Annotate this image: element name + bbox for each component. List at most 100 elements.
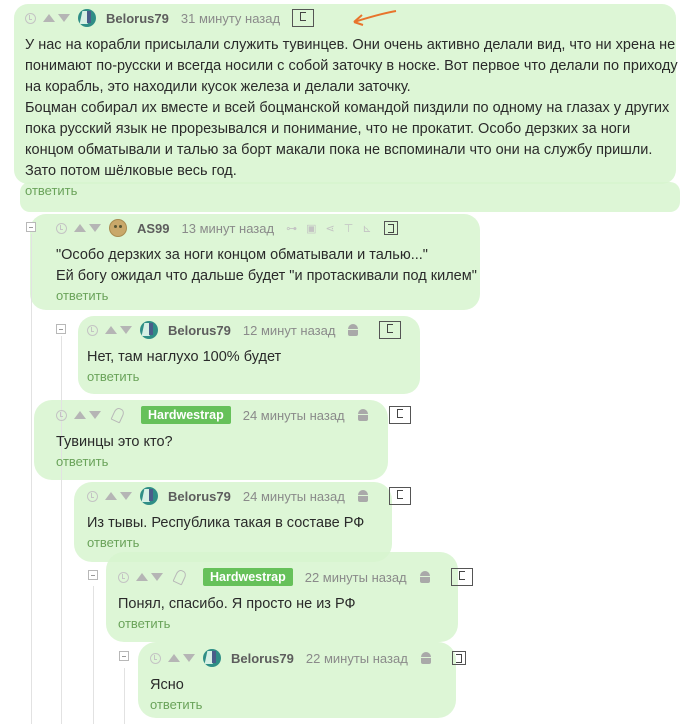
downvote-icon[interactable]	[183, 654, 195, 662]
avatar[interactable]	[140, 487, 158, 505]
comment-body: "Особо дерзких за ноги концом обматывали…	[56, 245, 496, 287]
reply-link[interactable]: ответить	[56, 454, 108, 469]
timestamp[interactable]: 24 минуты назад	[243, 489, 345, 504]
comment-line: Ясно	[150, 677, 184, 693]
reply-link[interactable]: ответить	[87, 535, 139, 550]
annotation-box-icon	[383, 221, 398, 235]
comment-line: "Особо дерзких за ноги концом обматывали…	[56, 247, 428, 263]
comment-tools: ⊶ ▣ ⋖ ⊤ ⊾	[286, 222, 371, 235]
comment: Hardwestrap 24 минуты назад Тувинцы это …	[56, 404, 456, 471]
comment: Belorus79 24 минуты назад Из тывы. Респу…	[87, 485, 447, 552]
author-name[interactable]: Hardwestrap	[141, 406, 231, 424]
thread-line	[31, 234, 32, 724]
avatar[interactable]	[140, 321, 158, 339]
timestamp[interactable]: 12 минут назад	[243, 323, 336, 338]
author-name[interactable]: Hardwestrap	[203, 568, 293, 586]
clock-icon	[87, 490, 98, 502]
avatar[interactable]	[78, 9, 96, 27]
clock-icon	[56, 409, 67, 421]
save-icon[interactable]: ▣	[306, 222, 316, 235]
comment-header: Belorus79 31 минуту назад	[25, 7, 685, 29]
annotation-box-icon	[450, 568, 473, 586]
pin-icon[interactable]: ⊤	[344, 222, 354, 235]
clock-icon	[118, 571, 129, 583]
timestamp[interactable]: 24 минуты назад	[243, 408, 345, 423]
timestamp[interactable]: 13 минут назад	[182, 221, 275, 236]
comment-header: Belorus79 22 минуты назад	[150, 647, 510, 669]
android-icon	[357, 409, 369, 421]
timestamp[interactable]: 22 минуты назад	[306, 651, 408, 666]
avatar[interactable]	[109, 219, 127, 237]
annotation-box-icon	[379, 321, 402, 339]
clock-icon	[56, 222, 67, 234]
clock-icon	[87, 324, 98, 336]
comment-line: Тувинцы это кто?	[56, 434, 173, 450]
reply-link[interactable]: ответить	[87, 369, 139, 384]
collapse-icon[interactable]	[119, 651, 129, 661]
share-icon[interactable]: ⋖	[326, 222, 335, 235]
report-icon[interactable]: ⊾	[362, 222, 371, 235]
annotation-box-icon	[388, 406, 411, 424]
author-name[interactable]: AS99	[137, 221, 170, 236]
annotation-box-icon	[451, 651, 466, 665]
android-icon	[419, 571, 431, 583]
collapse-icon[interactable]	[26, 222, 36, 232]
comment-body: У нас на корабли присылали служить тувин…	[25, 35, 685, 182]
comment-header: Belorus79 24 минуты назад	[87, 485, 447, 507]
comment-line: пока русский язык не прорезывался и пони…	[25, 121, 631, 137]
avatar[interactable]	[203, 649, 221, 667]
comment: Belorus79 22 минуты назад Ясно ответить	[150, 647, 510, 714]
upvote-icon[interactable]	[43, 14, 55, 22]
downvote-icon[interactable]	[120, 492, 132, 500]
comment-line: Ей богу ожидал что дальше будет "и прота…	[56, 268, 477, 284]
collapse-icon[interactable]	[88, 570, 98, 580]
comment-body: Ясно	[150, 675, 510, 696]
comment-line: понимают по-русски и всегда носили с соб…	[25, 58, 678, 74]
thread-line	[61, 336, 62, 724]
reply-link[interactable]: ответить	[56, 288, 108, 303]
downvote-icon[interactable]	[58, 14, 70, 22]
comment-header: AS99 13 минут назад ⊶ ▣ ⋖ ⊤ ⊾	[56, 217, 496, 239]
comment: AS99 13 минут назад ⊶ ▣ ⋖ ⊤ ⊾ "Особо дер…	[56, 217, 496, 305]
timestamp[interactable]: 22 минуты назад	[305, 570, 407, 585]
comment-header: Hardwestrap 24 минуты назад	[56, 404, 456, 426]
android-icon	[420, 652, 432, 664]
thread-line	[93, 586, 94, 724]
comment-line: Боцман собирал их вместе и всей боцманск…	[25, 100, 670, 116]
downvote-icon[interactable]	[89, 411, 101, 419]
comment: Belorus79 31 минуту назад У нас на кораб…	[25, 7, 685, 200]
upvote-icon[interactable]	[168, 654, 180, 662]
reply-link[interactable]: ответить	[150, 697, 202, 712]
downvote-icon[interactable]	[120, 326, 132, 334]
downvote-icon[interactable]	[151, 573, 163, 581]
comment-line: концом обматывали и талью за борт макали…	[25, 142, 653, 158]
upvote-icon[interactable]	[105, 326, 117, 334]
collapse-icon[interactable]	[56, 324, 66, 334]
timestamp[interactable]: 31 минуту назад	[181, 11, 280, 26]
downvote-icon[interactable]	[89, 224, 101, 232]
author-name[interactable]: Belorus79	[231, 651, 294, 666]
comment-body: Тувинцы это кто?	[56, 432, 456, 453]
avatar[interactable]	[171, 568, 193, 586]
clock-icon	[150, 652, 161, 664]
author-name[interactable]: Belorus79	[106, 11, 169, 26]
link-icon[interactable]: ⊶	[286, 222, 297, 235]
upvote-icon[interactable]	[74, 411, 86, 419]
comment-header: Belorus79 12 минут назад	[87, 319, 447, 341]
android-icon	[347, 324, 359, 336]
author-name[interactable]: Belorus79	[168, 489, 231, 504]
avatar[interactable]	[109, 406, 131, 424]
clock-icon	[25, 12, 36, 24]
comment-body: Нет, там наглухо 100% будет	[87, 347, 447, 368]
upvote-icon[interactable]	[74, 224, 86, 232]
comment-header: Hardwestrap 22 минуты назад	[118, 566, 518, 588]
upvote-icon[interactable]	[136, 573, 148, 581]
reply-link[interactable]: ответить	[118, 616, 170, 631]
comment: Belorus79 12 минут назад Нет, там наглух…	[87, 319, 447, 386]
upvote-icon[interactable]	[105, 492, 117, 500]
annotation-box-icon	[292, 9, 315, 27]
author-name[interactable]: Belorus79	[168, 323, 231, 338]
comment-body: Из тывы. Республика такая в составе РФ	[87, 513, 447, 534]
reply-link[interactable]: ответить	[25, 183, 77, 198]
annotation-box-icon	[388, 487, 411, 505]
